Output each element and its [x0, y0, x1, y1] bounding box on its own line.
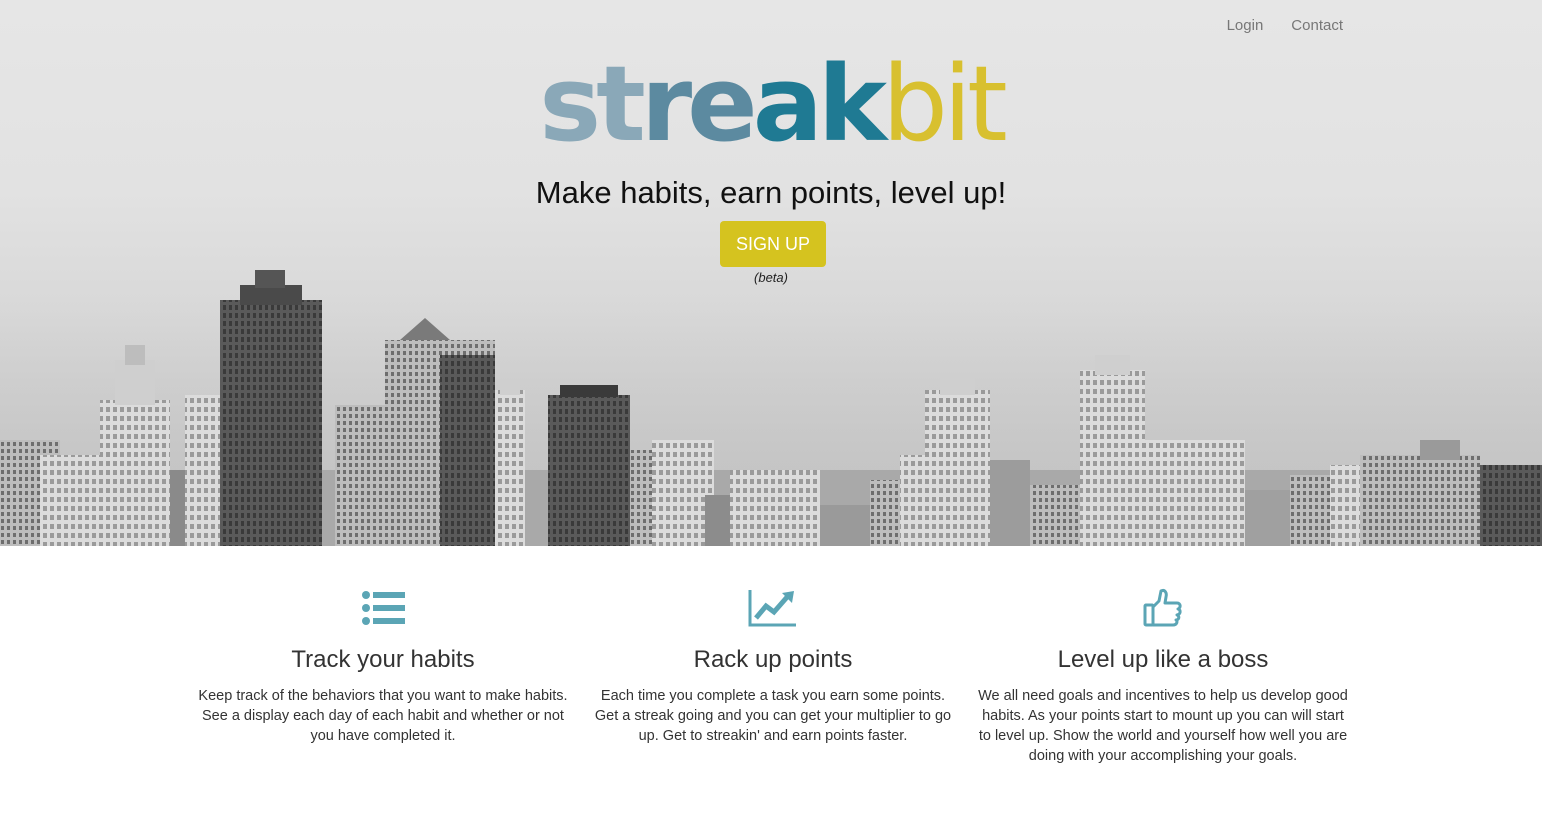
list-icon	[198, 584, 568, 632]
feature-description: We all need goals and incentives to help…	[978, 688, 1348, 764]
hero-section: Login Contact streakbit Make habits, ear…	[0, 0, 1542, 546]
feature-title: Rack up points	[693, 646, 853, 673]
top-nav: Login Contact	[1227, 17, 1343, 34]
feature-rack-points: Rack up points Each time you complete a …	[588, 584, 958, 746]
contact-link[interactable]: Contact	[1291, 17, 1343, 34]
feature-track-habits: Track your habits Keep track of the beha…	[198, 584, 568, 746]
logo-streak-text: streak	[539, 43, 887, 165]
sign-up-button[interactable]: SIGN UP	[720, 221, 826, 267]
login-link[interactable]: Login	[1227, 17, 1264, 34]
features-section: Track your habits Keep track of the beha…	[0, 546, 1542, 832]
streakbit-logo: streakbit	[0, 44, 1542, 164]
line-chart-icon	[588, 584, 958, 632]
thumbs-up-icon	[978, 584, 1348, 632]
hero-tagline: Make habits, earn points, level up!	[535, 175, 1007, 210]
feature-level-up: Level up like a boss We all need goals a…	[978, 584, 1348, 766]
feature-title: Track your habits	[291, 646, 475, 673]
feature-description: Keep track of the behaviors that you wan…	[198, 688, 568, 744]
logo-bit-text: bit	[882, 43, 1008, 165]
beta-note: (beta)	[754, 270, 788, 285]
feature-title: Level up like a boss	[1057, 646, 1269, 673]
feature-description: Each time you complete a task you earn s…	[594, 688, 952, 744]
